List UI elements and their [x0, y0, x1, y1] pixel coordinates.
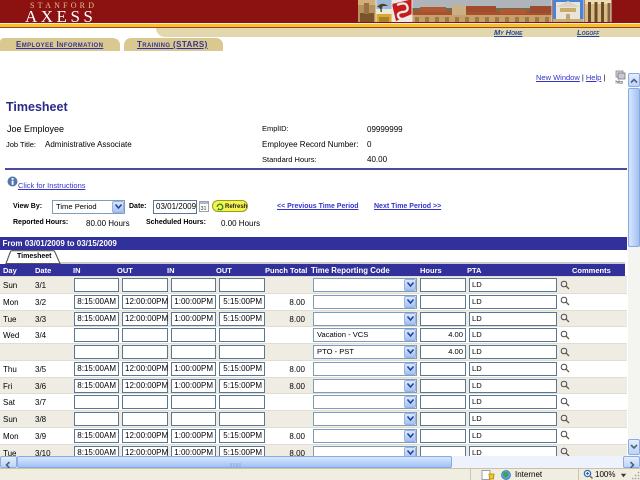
svg-text:31: 31	[201, 206, 207, 212]
svg-text:http: http	[616, 80, 624, 85]
